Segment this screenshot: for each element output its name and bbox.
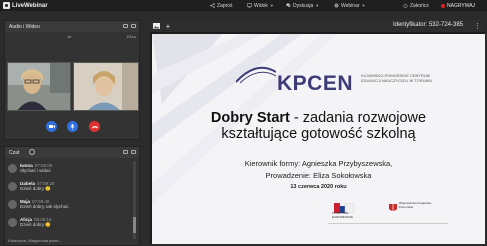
- camera-toggle-button[interactable]: [46, 121, 57, 132]
- panel-controls: [123, 24, 136, 28]
- webinar-menu[interactable]: Webinar ▼: [334, 0, 366, 11]
- avatar: [8, 182, 17, 191]
- avatar: [8, 218, 17, 227]
- webinar-label: Webinar: [341, 2, 360, 9]
- slide-title-line2: kształtujące gotowość szkolną: [221, 126, 416, 142]
- invite-label: Zaproś: [217, 2, 233, 9]
- video-tile-presenter[interactable]: [73, 62, 139, 111]
- chevron-down-icon: ▼: [269, 3, 274, 8]
- eu-funds-label: FUNDUSZE EUROPEJSKIE: [332, 211, 354, 219]
- share-icon: [210, 3, 215, 8]
- presenter-video-image: [74, 63, 138, 110]
- discussion-menu[interactable]: Dyskusja ▼: [286, 0, 319, 11]
- kpcen-logo-swoosh: [236, 66, 276, 84]
- voivodeship-emblem-icon: [389, 204, 397, 211]
- slide-title-rest: - zadania rozwojowe: [289, 110, 427, 126]
- add-tab-button[interactable]: +: [162, 20, 174, 32]
- chat-text: Słychać i widać: [20, 168, 51, 173]
- camera-icon: [48, 125, 55, 128]
- end-button[interactable]: Zakończ: [403, 0, 429, 11]
- chat-panel: Czat Iwona 07:59:06 Słychać i widać Izabe…: [4, 146, 140, 246]
- image-icon: [152, 23, 160, 29]
- end-label: Zakończ: [410, 2, 429, 9]
- kpcen-logo-text: KPCEN: [277, 72, 354, 95]
- label-self: Ja: [67, 34, 72, 39]
- chat-settings-icon[interactable]: [29, 149, 35, 155]
- audio-video-header: Audio i Wideo: [5, 21, 139, 32]
- view-menu[interactable]: Widok ▼: [247, 0, 274, 11]
- chat-text: Dzień dobry 🙂: [20, 222, 51, 227]
- chevron-down-icon: ▼: [361, 3, 366, 8]
- chat-message: Maja 07:59:46 Dzień dobry, tak słychać.: [8, 199, 132, 214]
- maximize-icon[interactable]: [131, 24, 136, 28]
- avatar: [8, 164, 17, 173]
- avatar: [8, 200, 17, 209]
- chat-message-list: Iwona 07:59:06 Słychać i widać Izabela 07:…: [8, 163, 132, 241]
- slide-leader: Kierownik formy: Agnieszka Przybyszewska…: [244, 159, 393, 168]
- monitor-icon: [247, 3, 252, 8]
- slide-title-bold: Dobry Start: [210, 110, 290, 126]
- slide-date: 13 czerwca 2020 roku: [290, 184, 347, 190]
- hang-up-button[interactable]: [89, 121, 100, 132]
- invite-button[interactable]: Zaproś: [210, 0, 233, 11]
- voivodeship-logo: [388, 200, 398, 211]
- chat-message: Alicja 08:00:16 Dzień dobry 🙂: [8, 217, 132, 232]
- label-presenter: Eliza: [127, 34, 136, 39]
- power-icon: [403, 3, 408, 8]
- slide-footer-divider: [328, 223, 448, 229]
- chat-text: Dzień dobry 🙂: [20, 186, 51, 191]
- microphone-icon: [70, 123, 75, 130]
- video-labels: Ja Eliza: [5, 32, 139, 40]
- chat-message: Iwona 07:59:06 Słychać i widać: [8, 163, 132, 178]
- slide-host: Prowadzenie: Eliza Sokołowska: [265, 171, 372, 180]
- view-label: Widok: [254, 2, 268, 9]
- record-dot-icon: [441, 3, 445, 8]
- audio-video-title: Audio i Wideo: [9, 23, 40, 30]
- app-window: LiveWebinar Zaproś Widok ▼ Dyskusja ▼ We…: [0, 0, 487, 246]
- chat-message: Izabela 07:59:29 Dzień dobry 🙂: [8, 181, 132, 196]
- participant-video-image: [8, 63, 70, 110]
- top-bar: LiveWebinar Zaproś Widok ▼ Dyskusja ▼ We…: [0, 0, 487, 11]
- kpcen-logo-subtitle: KUJAWSKO-POMORSKIE CENTRUM EDUKACJI NAUC…: [361, 73, 433, 83]
- voivodeship-label: Województwo Kujawsko-Pomorskie: [399, 201, 433, 209]
- chat-panel-controls: [123, 150, 136, 154]
- presentation-slide: KPCEN KUJAWSKO-POMORSKIE CENTRUM EDUKACJ…: [152, 34, 485, 244]
- app-name: LiveWebinar: [12, 2, 48, 9]
- session-identifier: Identyfikator: 532-724-385: [392, 22, 463, 28]
- livewebinar-logo-icon: [3, 2, 10, 9]
- slide-title-line1: Dobry Start - zadania rozwojowe: [152, 110, 485, 126]
- tab-presentation[interactable]: [150, 20, 162, 32]
- audio-video-panel: Audio i Wideo Ja Eliza: [4, 20, 140, 140]
- minimize-icon[interactable]: [123, 150, 128, 154]
- record-label: NAGRYWAJ: [447, 2, 476, 9]
- phone-hangup-icon: [91, 125, 98, 128]
- chat-title: Czat: [9, 149, 20, 156]
- chat-bubbles-icon: [286, 3, 291, 7]
- chat-scroll-thumb[interactable]: [133, 217, 136, 233]
- app-logo: LiveWebinar: [3, 2, 48, 9]
- record-button[interactable]: NAGRYWAJ: [441, 0, 475, 11]
- maximize-icon[interactable]: [131, 150, 136, 154]
- minimize-icon[interactable]: [123, 24, 128, 28]
- microphone-toggle-button[interactable]: [67, 121, 78, 132]
- typing-indicator: Katarzyna, Małgorzata pisze...: [8, 238, 62, 243]
- chevron-down-icon: ▼: [315, 3, 320, 8]
- chat-text: Dzień dobry, tak słychać.: [20, 204, 70, 209]
- chat-scrollbar[interactable]: [133, 161, 136, 239]
- video-tile-self[interactable]: [7, 62, 71, 111]
- discussion-label: Dyskusja: [293, 2, 314, 9]
- chat-header: Czat: [5, 147, 139, 158]
- gear-icon: [334, 3, 339, 8]
- more-options-icon[interactable]: ⋮: [474, 22, 481, 30]
